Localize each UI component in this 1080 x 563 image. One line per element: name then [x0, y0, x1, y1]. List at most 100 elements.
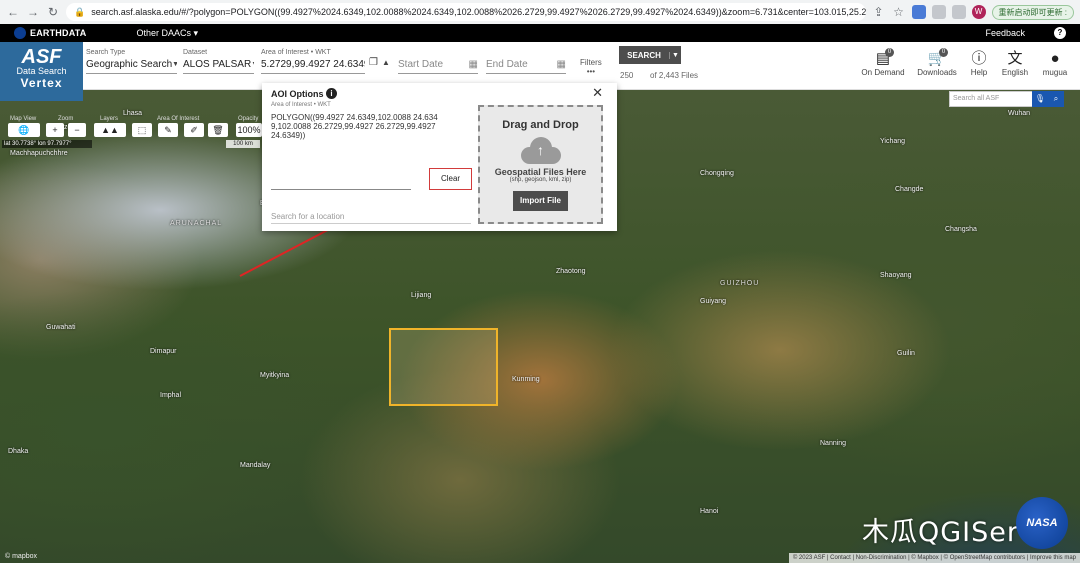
zoom-label: Zoom — [58, 116, 74, 122]
sidebar-icon[interactable] — [951, 5, 966, 19]
map-place-label: Guwahati — [46, 324, 76, 331]
search-type-select[interactable]: Search Type Geographic Search▼ — [86, 49, 177, 74]
map-place-label: Zhaotong — [556, 268, 586, 275]
browser-toolbar: ← → ↻ 🔒 search.asf.alaska.edu/#/?polygon… — [0, 0, 1080, 24]
nasa-logo: NASA — [1016, 497, 1068, 549]
help-circle-icon[interactable]: ? — [1054, 27, 1066, 39]
calendar-icon[interactable]: ▦ — [469, 59, 478, 70]
map-place-label: Wuhan — [1008, 110, 1031, 117]
map-attribution-footer[interactable]: © 2023 ASF | Contact | Non-Discriminatio… — [788, 553, 1080, 563]
calendar-icon[interactable]: ▦ — [557, 59, 566, 70]
map-place-label: Myitkyina — [260, 372, 290, 379]
wkt-textarea[interactable]: POLYGON((99.4927 24.6349,102.0088 24.634… — [271, 113, 441, 140]
trash-icon[interactable]: 🗑 — [208, 123, 228, 137]
dataset-label: Dataset — [183, 49, 208, 56]
filters-label: Filters — [580, 58, 602, 67]
lock-icon: 🔒 — [74, 6, 86, 17]
map-place-label: Mandalay — [240, 462, 271, 469]
on-demand-badge: 0 — [885, 48, 894, 57]
map-place-label: Chongqing — [700, 170, 734, 177]
map-place-label: Yichang — [880, 138, 906, 145]
globe-view-icon[interactable]: 🌐 — [8, 123, 40, 137]
url-text: search.asf.alaska.edu/#/?polygon=POLYGON… — [91, 7, 866, 17]
dataset-value: ALOS PALSAR — [183, 59, 252, 70]
region-label: GUIZHOU — [720, 280, 760, 287]
aoi-options-panel: AOI Options i ✕ Area of Interest • WKT P… — [262, 83, 617, 231]
layers-label: Layers — [100, 116, 119, 122]
clear-button[interactable]: Clear — [429, 168, 472, 190]
help-label: Help — [970, 68, 988, 77]
user-account-icon: ● — [1050, 50, 1060, 67]
microphone-icon[interactable]: 🎙 — [1032, 91, 1048, 107]
on-demand-icon: ▤ 0 — [858, 48, 908, 68]
map-place-label: Changsha — [945, 226, 977, 233]
other-daacs-label: Other DAACs — [136, 27, 191, 38]
dataset-select[interactable]: Dataset ALOS PALSAR▼ — [183, 49, 254, 74]
feedback-link[interactable]: Feedback — [985, 28, 1025, 38]
aoi-polygon-outline[interactable] — [389, 328, 498, 406]
chevron-down-icon[interactable]: ▼ — [669, 51, 681, 59]
pencil-icon[interactable]: ✎ — [158, 123, 178, 137]
translate-extension-icon[interactable] — [911, 5, 926, 19]
end-date-placeholder: End Date — [486, 59, 528, 70]
mountain-layers-icon[interactable]: ▲▲ — [94, 123, 126, 137]
share-icon[interactable]: ⇪ — [872, 5, 886, 19]
cloud-upload-icon: ↑ — [518, 135, 564, 165]
more-dots-icon: ••• — [586, 67, 596, 76]
zoom-out-button[interactable]: − — [68, 123, 86, 137]
back-icon[interactable]: ← — [6, 5, 20, 19]
language-label: English — [1001, 68, 1029, 77]
aoi-tools-label: Area Of Interest — [157, 116, 200, 122]
close-icon[interactable]: ✕ — [592, 85, 603, 101]
search-all-asf-input[interactable]: Search all ASF — [949, 91, 1033, 107]
search-location-input[interactable]: Search for a location — [271, 212, 471, 224]
search-type-value: Geographic Search — [86, 59, 173, 70]
bookmark-star-icon[interactable]: ☆ — [892, 5, 906, 19]
search-icon[interactable]: ⌕ — [1048, 91, 1064, 107]
other-daacs-menu[interactable]: Other DAACs ▾ — [136, 28, 198, 39]
aoi-options-caret-icon[interactable]: ▲ — [382, 58, 390, 67]
zoom-in-button[interactable]: + — [46, 123, 64, 137]
forward-icon[interactable]: → — [26, 5, 40, 19]
chevron-down-icon: ▼ — [172, 61, 177, 68]
filters-button[interactable]: Filters ••• — [580, 58, 602, 76]
end-date-field[interactable]: End Date ▦ — [486, 49, 566, 74]
aoi-wkt-input[interactable]: Area of Interest • WKT 5.2729,99.4927 24… — [261, 49, 365, 74]
import-file-button[interactable]: Import File — [513, 191, 568, 211]
logo-vertex: Vertex — [20, 76, 63, 90]
search-button[interactable]: SEARCH ▼ — [619, 46, 681, 64]
asf-vertex-logo[interactable]: ASF Data Search Vertex — [0, 42, 83, 101]
on-demand-label: On Demand — [861, 68, 905, 77]
copy-icon[interactable]: ❐ — [369, 57, 378, 68]
address-bar[interactable]: 🔒 search.asf.alaska.edu/#/?polygon=POLYG… — [66, 3, 866, 21]
map-place-label: Shaoyang — [880, 272, 912, 279]
chevron-down-icon: ▼ — [251, 61, 254, 68]
mapbox-logo[interactable]: © mapbox — [5, 553, 37, 560]
update-button[interactable]: 重新启动即可更新 : — [991, 4, 1074, 20]
earthdata-brand[interactable]: EARTHDATA — [30, 28, 86, 38]
max-results-select[interactable]: 250 — [620, 71, 633, 80]
aoi-label: Area of Interest • WKT — [261, 49, 331, 56]
start-date-placeholder: Start Date — [398, 59, 444, 70]
profile-avatar[interactable]: W — [971, 5, 986, 19]
opacity-value[interactable]: 100% — [236, 123, 262, 137]
map-place-label: Lijiang — [411, 292, 432, 299]
file-drop-zone[interactable]: Drag and Drop ↑ Geospatial Files Here (s… — [478, 105, 603, 224]
aoi-panel-title: AOI Options — [271, 89, 324, 99]
region-label: ARUNACHAL — [170, 220, 223, 227]
user-button[interactable]: ● mugua — [1030, 50, 1080, 77]
edit-polygon-icon[interactable]: ✐ — [184, 123, 204, 137]
reload-icon[interactable]: ↻ — [46, 5, 60, 19]
file-types-label: (shp, geojson, kml, zip) — [509, 177, 572, 183]
start-date-field[interactable]: Start Date ▦ — [398, 49, 478, 74]
aoi-value: 5.2729,99.4927 24.6349)) — [261, 59, 365, 70]
on-demand-button[interactable]: ▤ 0 On Demand — [858, 48, 908, 77]
map-place-label: Machhapuchchhre — [10, 150, 68, 157]
extensions-puzzle-icon[interactable] — [931, 5, 946, 19]
downloads-badge: 0 — [939, 48, 948, 57]
info-icon[interactable]: i — [326, 88, 337, 99]
draw-box-icon[interactable]: ⬚ — [132, 123, 152, 137]
map-view-label: Map View — [10, 116, 37, 122]
search-type-label: Search Type — [86, 49, 126, 56]
map-place-label: Imphal — [160, 392, 182, 399]
